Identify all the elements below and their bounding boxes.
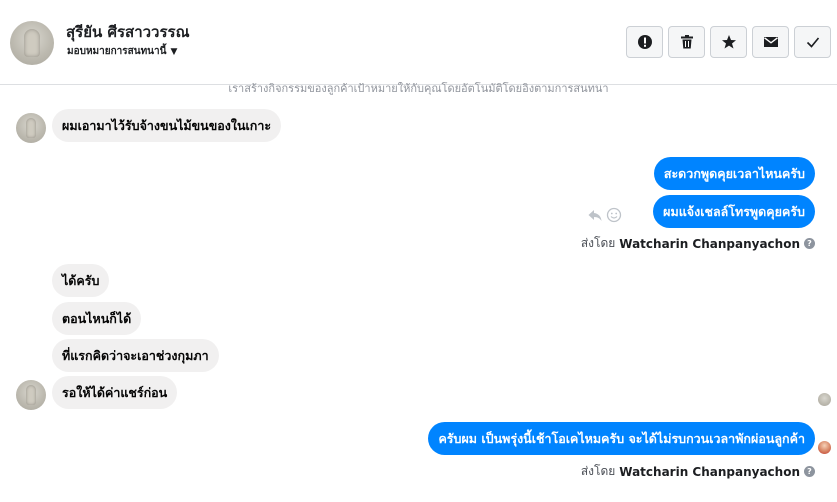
check-icon (806, 37, 819, 48)
outgoing-message[interactable]: ผมแจ้งเชลล์โทรพูดคุยครับ (653, 195, 815, 228)
alert-circle-icon (637, 35, 652, 49)
help-icon[interactable]: ? (804, 238, 815, 249)
message-tools (587, 207, 622, 223)
star-icon (721, 35, 736, 49)
delete-button[interactable] (668, 26, 705, 58)
conversation-header: สุรียัน ศีรสาววรรณ มอบหมายการสนทนานี้ ▼ (0, 0, 837, 85)
contact-name[interactable]: สุรียัน ศีรสาววรรณ (66, 20, 190, 44)
star-button[interactable] (710, 26, 747, 58)
outgoing-message[interactable]: สะดวกพูดคุยเวลาไหนครับ (653, 157, 815, 190)
incoming-message[interactable]: ผมเอามาไว้รับจ้างขนไม้ขนของในเกาะ (52, 109, 282, 142)
spam-button[interactable] (626, 26, 663, 58)
assign-label: มอบหมายการสนทนานี้ (67, 46, 167, 57)
help-icon[interactable]: ? (804, 466, 815, 477)
sent-by-prefix: ส่งโดย (580, 464, 616, 478)
contact-avatar-small[interactable] (16, 113, 46, 143)
contact-avatar-small[interactable] (16, 380, 46, 410)
emoji-icon[interactable] (606, 207, 622, 223)
sent-by-label: ส่งโดย Watcharin Chanpanyachon ? (581, 462, 815, 481)
sent-by-label: ส่งโดย Watcharin Chanpanyachon ? (581, 234, 815, 253)
trash-icon (680, 35, 693, 49)
incoming-message[interactable]: ตอนไหนก็ได้ (52, 302, 142, 335)
incoming-message[interactable]: ได้ครับ (52, 264, 110, 297)
sender-name[interactable]: Watcharin Chanpanyachon (619, 465, 800, 479)
outgoing-message[interactable]: ครับผม เป็นพรุ่งนี้เช้าโอเคไหมครับ จะได้… (428, 422, 815, 455)
seen-avatar (818, 393, 831, 406)
caret-down-icon: ▼ (170, 46, 178, 57)
sender-name[interactable]: Watcharin Chanpanyachon (619, 237, 800, 251)
assign-conversation-dropdown[interactable]: มอบหมายการสนทนานี้ ▼ (67, 44, 177, 59)
incoming-message[interactable]: ที่แรกคิดว่าจะเอาช่วงกุมภา (52, 339, 219, 372)
seen-avatar (818, 441, 831, 454)
mark-unread-button[interactable] (752, 26, 789, 58)
contact-avatar[interactable] (10, 21, 54, 65)
envelope-icon (763, 37, 778, 47)
header-actions (626, 26, 831, 58)
system-note: เราสร้างกิจกรรมของลูกค้าเป้าหมายให้กับคุ… (228, 82, 609, 95)
mark-done-button[interactable] (794, 26, 831, 58)
incoming-message[interactable]: รอให้ได้ค่าแชร์ก่อน (52, 376, 178, 409)
reply-icon[interactable] (587, 207, 603, 223)
sent-by-prefix: ส่งโดย (580, 236, 616, 250)
